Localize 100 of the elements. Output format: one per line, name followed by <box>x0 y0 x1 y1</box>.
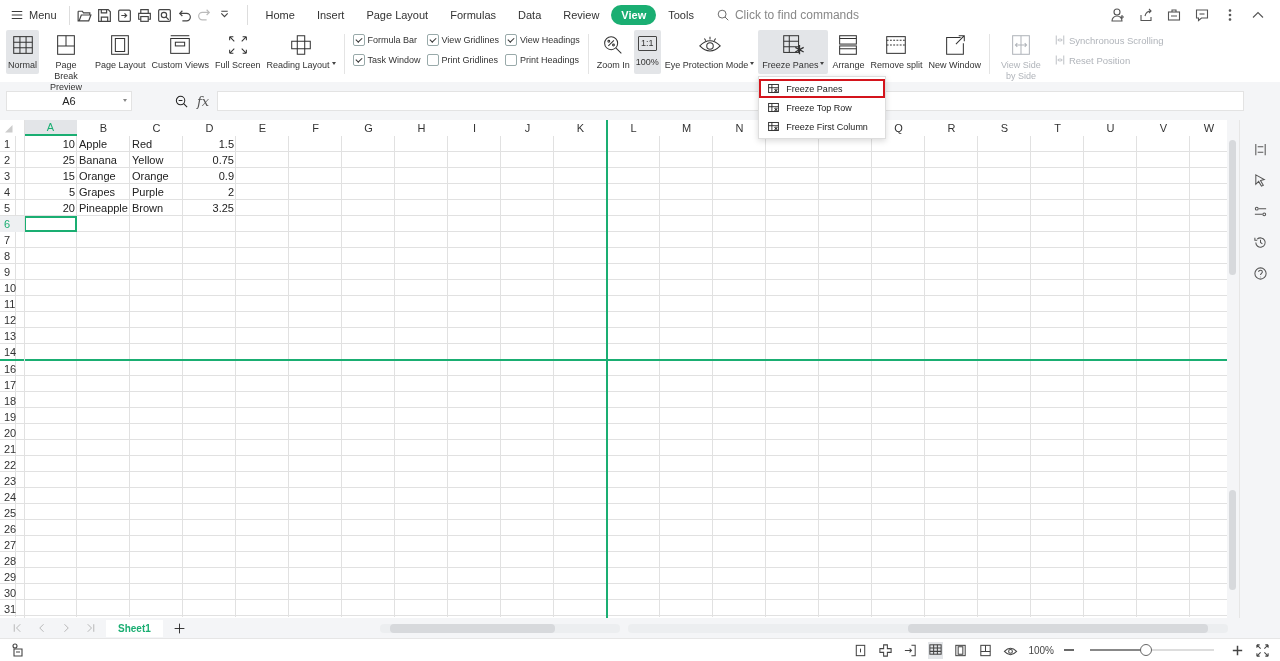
table-cell-text: Purple <box>131 185 165 200</box>
row-header[interactable]: 4 <box>0 184 24 200</box>
ribbon-button[interactable]: Custom Views <box>149 30 211 74</box>
row-header[interactable]: 14 <box>0 344 24 360</box>
checkbox[interactable] <box>426 54 439 66</box>
row-header[interactable]: 23 <box>0 473 24 489</box>
column-header[interactable]: T <box>1031 120 1084 136</box>
column-header[interactable]: G <box>342 120 395 136</box>
scrollbar-thumb[interactable] <box>1229 490 1237 590</box>
ribbon-button[interactable]: Full Screen <box>212 30 263 74</box>
row-header[interactable]: 12 <box>0 312 24 328</box>
column-header[interactable]: H <box>395 120 448 136</box>
zoom-icon <box>174 93 189 109</box>
row-header[interactable]: 5 <box>0 200 24 216</box>
scrollbar-thumb[interactable] <box>390 623 555 633</box>
row-header[interactable]: 17 <box>0 377 24 393</box>
cross-icon <box>878 642 894 658</box>
page-layout-icon <box>953 642 969 658</box>
row-header[interactable]: 11 <box>0 296 24 312</box>
ribbon-tab[interactable]: Insert <box>306 5 355 25</box>
checkbox-label: Task Window <box>367 55 421 65</box>
ribbon-button[interactable]: Normal <box>6 30 39 74</box>
column-header[interactable]: U <box>1084 120 1137 136</box>
ribbon-button[interactable]: Reading Layout <box>264 30 338 74</box>
menu-item[interactable]: Freeze Panes <box>759 79 886 98</box>
search-field[interactable]: Click to find commands <box>732 7 937 23</box>
zoom-level[interactable]: 100% <box>1028 644 1054 656</box>
row-header[interactable]: 22 <box>0 457 24 473</box>
row-header[interactable]: 27 <box>0 537 24 553</box>
row-header[interactable]: 31 <box>0 601 24 617</box>
checkbox-label: View Gridlines <box>441 35 499 45</box>
row-header[interactable]: 19 <box>0 409 24 425</box>
row-header[interactable]: 1 <box>0 136 24 152</box>
table-cell-text: 15 <box>61 169 76 184</box>
horizontal-scrollbar[interactable] <box>380 623 620 633</box>
ribbon-button[interactable]: 1:1 100% <box>633 30 661 74</box>
ribbon-tab[interactable]: Review <box>553 5 610 25</box>
row-header[interactable]: 26 <box>0 521 24 537</box>
ribbon-button[interactable]: Eye Protection Mode <box>662 30 757 74</box>
table-cell-text: 3.25 <box>211 201 235 216</box>
scrollbar-thumb[interactable] <box>908 623 1208 633</box>
row-header[interactable]: 18 <box>0 393 24 409</box>
row-header[interactable]: 7 <box>0 232 24 248</box>
ribbon-button[interactable]: Zoom In <box>594 30 632 74</box>
ribbon-tab[interactable]: Home <box>255 5 305 25</box>
row-header[interactable]: 30 <box>0 585 24 601</box>
name-box[interactable]: A6 <box>6 91 132 111</box>
column-header[interactable]: F <box>289 120 342 136</box>
row-header[interactable]: 3 <box>0 168 24 184</box>
print-preview-icon <box>155 6 173 24</box>
table-cell-text: 0.9 <box>217 169 235 184</box>
slider-thumb[interactable] <box>1139 644 1152 656</box>
row-header[interactable]: 10 <box>0 280 24 296</box>
checkbox[interactable] <box>352 34 365 46</box>
column-header[interactable]: C <box>130 120 183 136</box>
row-header[interactable]: 24 <box>0 489 24 505</box>
table-cell-text: Brown <box>131 201 165 216</box>
checkbox-label: Print Gridlines <box>441 55 499 65</box>
column-header[interactable]: E <box>236 120 289 136</box>
column-header[interactable]: D <box>183 120 236 136</box>
ribbon-button[interactable]: Freeze Panes <box>758 30 829 74</box>
column-header[interactable]: V <box>1137 120 1190 136</box>
checkbox[interactable] <box>504 54 517 66</box>
menu-item[interactable]: Freeze Top Row <box>759 98 886 117</box>
column-header[interactable]: R <box>925 120 978 136</box>
checkbox[interactable] <box>504 34 517 46</box>
macro-icon <box>10 642 26 658</box>
checkbox[interactable] <box>352 54 365 66</box>
ribbon-tab[interactable]: Data <box>508 5 552 25</box>
row-header[interactable]: 16 <box>0 361 24 377</box>
row-header[interactable]: 13 <box>0 328 24 344</box>
row-header[interactable]: 20 <box>0 425 24 441</box>
row-header[interactable]: 28 <box>0 553 24 569</box>
ribbon-tab[interactable]: Formulas <box>440 5 506 25</box>
ribbon-button[interactable]: Arrange <box>830 30 867 74</box>
column-header[interactable]: B <box>77 120 130 136</box>
function-label[interactable]: fx <box>197 93 210 109</box>
ribbon-tab[interactable]: Page Layout <box>356 5 439 25</box>
table-cell-text: Apple <box>78 137 109 152</box>
row-header[interactable]: 2 <box>0 152 24 168</box>
column-header[interactable]: S <box>978 120 1031 136</box>
row-header[interactable]: 8 <box>0 248 24 264</box>
ribbon-tab[interactable]: Tools <box>658 5 704 25</box>
checkbox[interactable] <box>426 34 439 46</box>
ribbon-button[interactable]: New Window <box>926 30 983 74</box>
column-header[interactable]: J <box>501 120 554 136</box>
ribbon-button[interactable]: Page Layout <box>93 30 148 74</box>
row-header[interactable]: 9 <box>0 264 24 280</box>
scrollbar-thumb[interactable] <box>1229 140 1237 275</box>
row-header[interactable]: 21 <box>0 441 24 457</box>
column-header[interactable]: M <box>660 120 713 136</box>
row-header[interactable]: 29 <box>0 569 24 585</box>
active-cell[interactable] <box>24 216 77 232</box>
ribbon-button[interactable]: Remove split <box>868 30 925 74</box>
column-header[interactable]: L <box>607 120 660 136</box>
table-cell-text: Orange <box>78 169 117 184</box>
row-header[interactable]: 25 <box>0 505 24 521</box>
column-header[interactable]: I <box>448 120 501 136</box>
menu-button[interactable]: Menu <box>6 6 61 24</box>
horizontal-scrollbar[interactable] <box>628 623 1228 633</box>
